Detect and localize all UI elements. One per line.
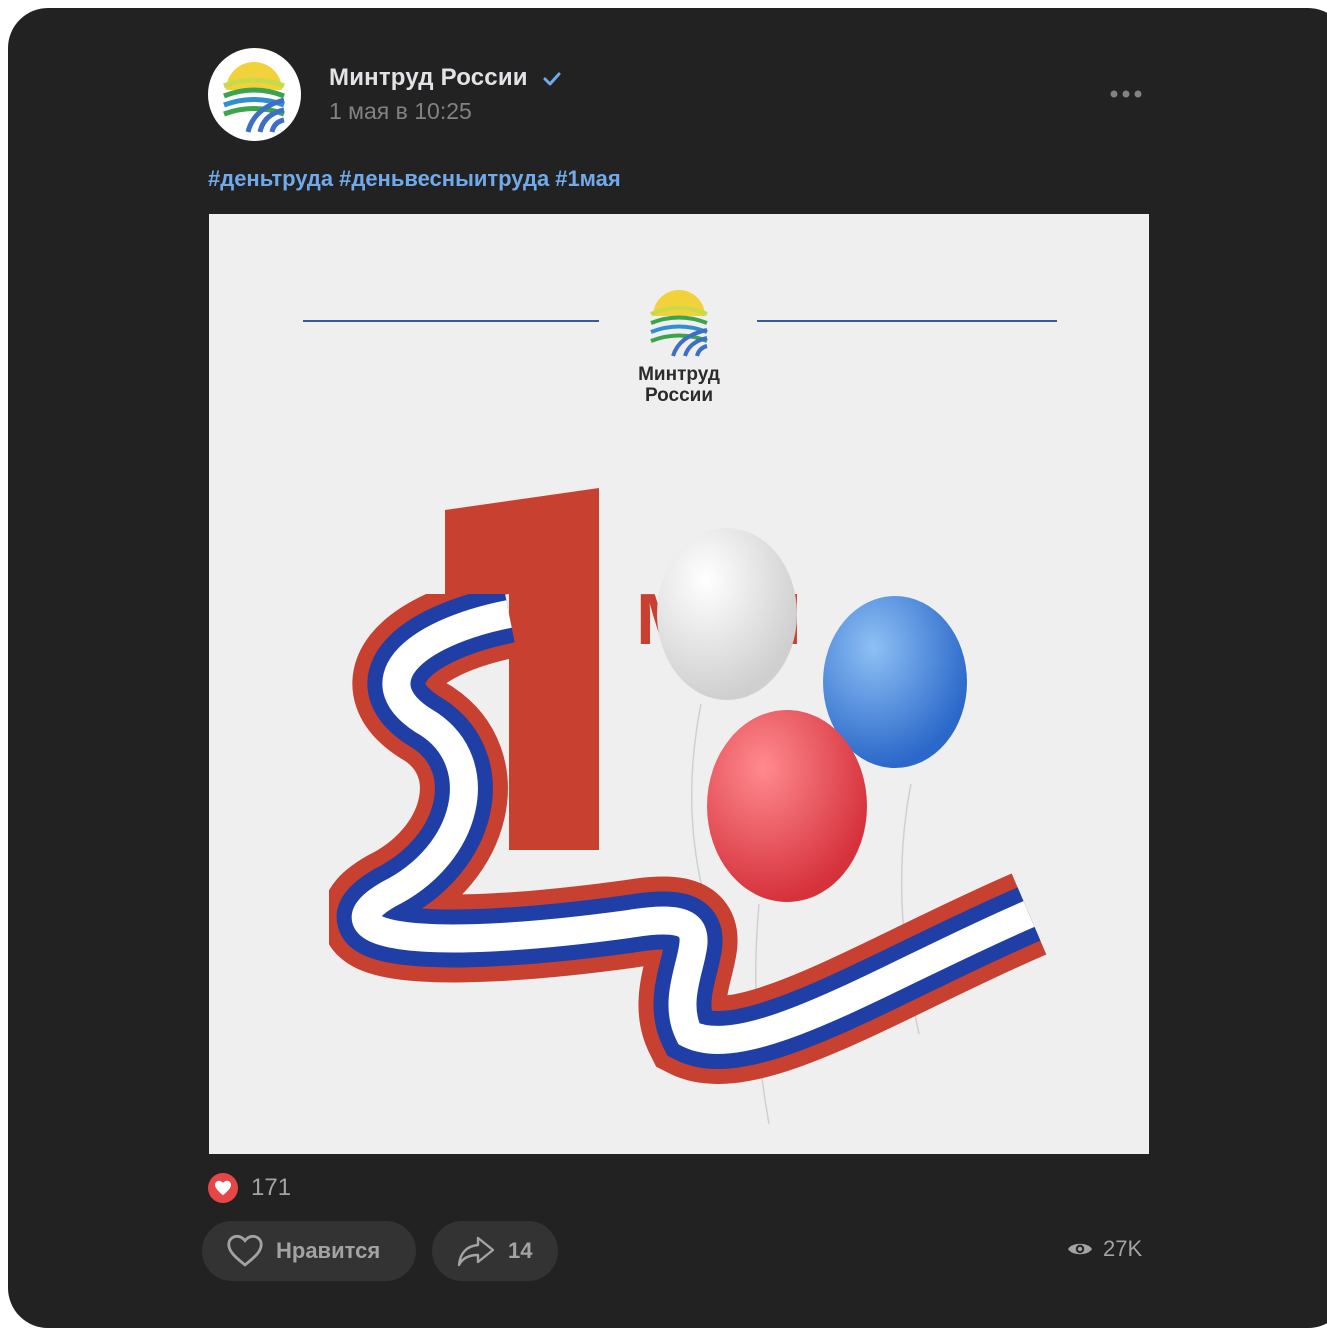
post-date[interactable]: 1 мая в 10:25 xyxy=(329,98,472,125)
flag-ribbon-illustration xyxy=(329,594,1047,1084)
likes-count: 171 xyxy=(251,1174,292,1201)
views-count: 27K xyxy=(1103,1236,1143,1261)
share-icon xyxy=(457,1236,495,1267)
post-image[interactable]: Минтруд России 1 МАЯ xyxy=(209,214,1149,1154)
heart-icon xyxy=(208,1173,238,1203)
image-brand-line2: России xyxy=(644,385,714,406)
likes-summary[interactable]: 171 xyxy=(208,1172,291,1204)
like-button-label: Нравится xyxy=(276,1238,381,1263)
hashtag-link[interactable]: #деньтруда xyxy=(208,166,333,191)
like-icon xyxy=(227,1234,263,1267)
author-name[interactable]: Минтруд России xyxy=(329,64,528,92)
decorative-line xyxy=(757,320,1057,322)
hashtag-link[interactable]: #деньвесныитруда xyxy=(339,166,549,191)
post-hashtags: #деньтруда #деньвесныитруда #1мая xyxy=(208,166,627,192)
share-button[interactable]: 14 xyxy=(432,1221,558,1281)
verified-icon xyxy=(543,72,561,86)
author-avatar[interactable] xyxy=(208,48,301,141)
image-brand-text: Минтруд России xyxy=(609,364,749,406)
shares-count: 14 xyxy=(508,1238,533,1263)
more-icon[interactable] xyxy=(1104,82,1148,106)
mintrud-logo-icon xyxy=(223,62,285,133)
mintrud-logo-icon xyxy=(650,290,708,357)
like-button[interactable]: Нравится xyxy=(202,1221,416,1281)
image-brand-line1: Минтруд xyxy=(638,364,720,385)
decorative-line xyxy=(303,320,599,322)
hashtag-link[interactable]: #1мая xyxy=(555,166,621,191)
views-counter: 27K xyxy=(1067,1236,1142,1262)
eye-icon xyxy=(1068,1243,1092,1255)
